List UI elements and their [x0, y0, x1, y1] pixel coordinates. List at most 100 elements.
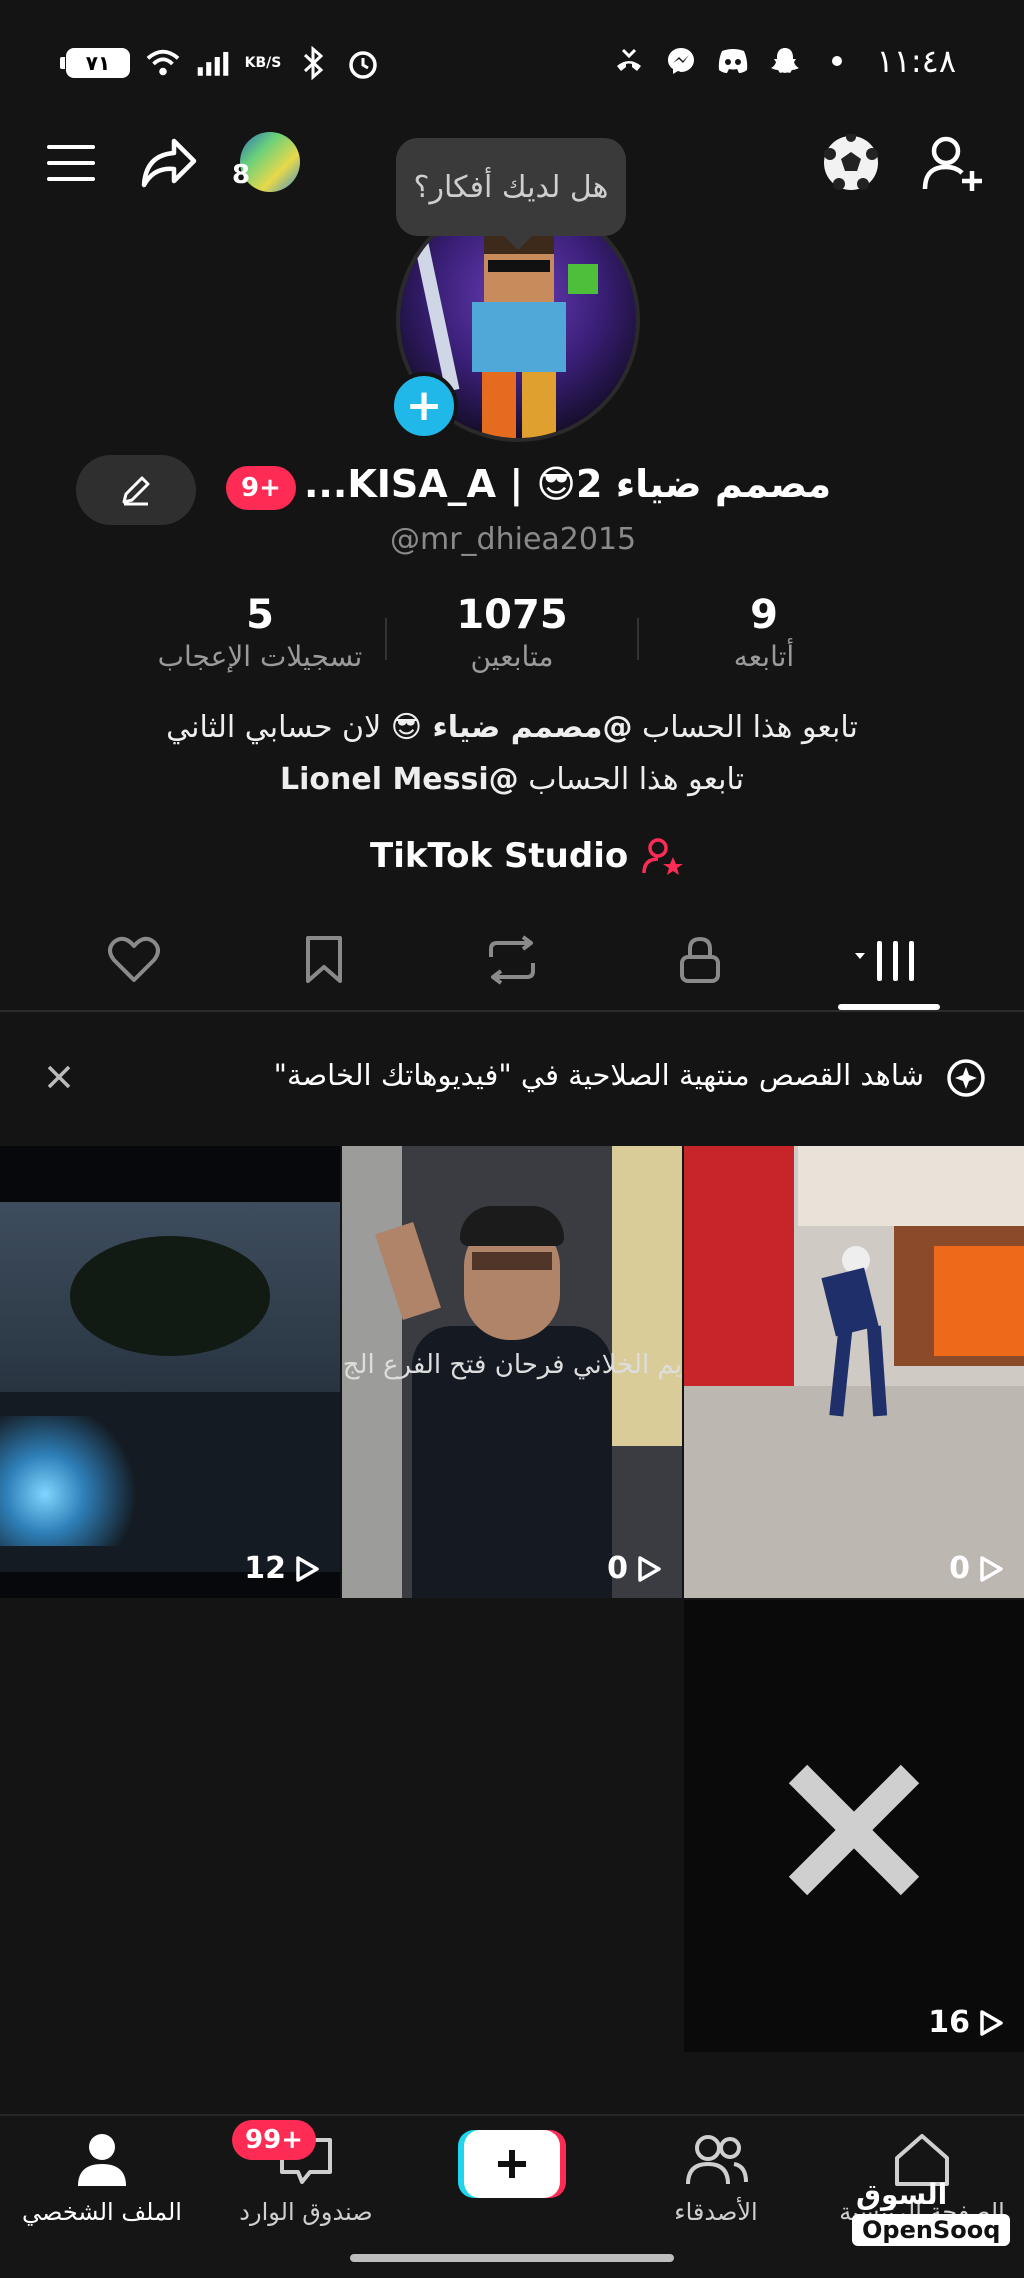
- video-thumbnail[interactable]: 12: [0, 1146, 340, 1598]
- creator-star-icon: [642, 838, 684, 875]
- video-thumbnail[interactable]: يم الخلاني فرحان فتح الفرع الج 0: [342, 1146, 682, 1598]
- repost-icon: [489, 935, 535, 985]
- thumbnail-art: [70, 1236, 270, 1356]
- stat-following[interactable]: 9 أتابعه: [644, 592, 884, 673]
- watermark-logo: OpenSooq: [852, 2214, 1011, 2246]
- nav-label: الأصدقاء: [674, 2198, 758, 2226]
- video-grid-icon: [855, 941, 914, 981]
- play-icon: [296, 1555, 319, 1582]
- alarm-icon: [346, 46, 380, 80]
- add-friend-button[interactable]: [918, 128, 988, 198]
- stat-label: تسجيلات الإعجاب: [157, 640, 363, 673]
- pencil-icon: [122, 476, 150, 506]
- create-button[interactable]: [458, 2128, 566, 2200]
- heart-icon: [108, 936, 160, 982]
- thumbnail-art: [460, 1206, 564, 1246]
- snapchat-icon: [768, 44, 802, 78]
- nav-friends[interactable]: الأصدقاء: [626, 2132, 806, 2226]
- play-icon: [638, 1555, 661, 1582]
- avatar-art: [482, 372, 516, 438]
- notification-badge[interactable]: 9+: [226, 466, 296, 510]
- football-button[interactable]: [816, 128, 886, 198]
- tab-videos[interactable]: [848, 920, 928, 1000]
- battery-icon: ٧١: [60, 48, 130, 78]
- bluetooth-icon: [296, 46, 330, 80]
- story-icon: [946, 1058, 986, 1102]
- studio-label: TikTok Studio: [370, 836, 629, 876]
- wifi-icon: [146, 46, 180, 80]
- close-icon: [47, 1065, 71, 1089]
- gesture-bar[interactable]: [350, 2254, 674, 2262]
- share-arrow-icon: [141, 138, 197, 188]
- avatar-art: [568, 264, 598, 294]
- bookmark-icon: [306, 936, 342, 983]
- profile-icon: [78, 2134, 126, 2186]
- friends-icon: [686, 2135, 748, 2185]
- tab-favorites[interactable]: [284, 920, 364, 1000]
- profile-visitors-count: 8: [232, 160, 251, 190]
- close-notice-button[interactable]: [44, 1062, 74, 1096]
- add-user-icon: [922, 136, 982, 191]
- view-count: 0: [949, 1551, 1004, 1586]
- video-thumbnail[interactable]: 0: [684, 1146, 1024, 1598]
- notice-text: شاهد القصص منتهية الصلاحية في "فيديوهاتك…: [273, 1058, 924, 1092]
- tab-reposts[interactable]: [472, 920, 552, 1000]
- discord-icon: [716, 44, 750, 78]
- video-thumbnail[interactable]: 16: [684, 1600, 1024, 2052]
- stat-divider: [385, 618, 387, 660]
- stat-followers[interactable]: 1075 متابعين: [392, 592, 632, 673]
- avatar-art: [522, 372, 556, 438]
- status-bar: ٧١ KB/S ١١:٤٨: [0, 0, 1024, 130]
- menu-button[interactable]: [36, 128, 106, 198]
- display-name: مصمم ضياء 2😎 | KISA_A...: [304, 462, 832, 506]
- share-profile-button[interactable]: [134, 128, 204, 198]
- tiktok-studio-link[interactable]: TikTok Studio: [370, 836, 684, 876]
- thumbnail-art: [0, 1416, 150, 1546]
- soccer-ball-icon: [824, 134, 878, 190]
- plus-icon: [458, 2130, 566, 2198]
- lock-icon: [680, 936, 720, 983]
- bio-line-2: تابعو هذا الحساب @Lionel Messi: [280, 762, 744, 797]
- username: @mr_dhiea2015: [390, 522, 637, 557]
- video-caption-overlay: يم الخلاني فرحان فتح الفرع الج: [342, 1350, 682, 1380]
- stat-value: 1075: [456, 592, 568, 638]
- x-mark-icon: [788, 1764, 920, 1896]
- messenger-icon: [664, 44, 698, 78]
- bio-line-1: تابعو هذا الحساب @مصمم ضياء 😎 لان حسابي …: [166, 710, 858, 745]
- thumbnail-art: [934, 1246, 1024, 1356]
- avatar-art: [414, 242, 460, 392]
- stat-value: 5: [246, 592, 274, 638]
- bio-mention[interactable]: @مصمم ضياء 😎: [391, 710, 633, 745]
- thumbnail-art: [612, 1146, 682, 1446]
- thumbnail-art: [798, 1146, 1024, 1226]
- hamburger-icon: [47, 145, 95, 181]
- active-tab-indicator: [838, 1004, 940, 1010]
- stat-label: أتابعه: [733, 640, 795, 673]
- expired-stories-notice[interactable]: شاهد القصص منتهية الصلاحية في "فيديوهاتك…: [0, 1012, 1024, 1142]
- dot-icon: [820, 44, 854, 78]
- ideas-tooltip[interactable]: هل لديك أفكار؟: [396, 138, 626, 250]
- profile-tabs: [0, 920, 1024, 1012]
- thumbnail-art: [472, 1252, 552, 1270]
- signal-icon: [196, 46, 230, 80]
- play-icon: [980, 2009, 1003, 2036]
- call-missed-icon: [612, 44, 646, 78]
- avatar-art: [472, 302, 566, 372]
- edit-profile-button[interactable]: [76, 455, 196, 525]
- add-story-button[interactable]: +: [390, 372, 458, 440]
- status-icons-right: [612, 44, 854, 78]
- bio-mention[interactable]: @Lionel Messi: [280, 762, 519, 797]
- status-icons-left: ٧١ KB/S: [60, 46, 380, 80]
- thumbnail-art: [684, 1146, 794, 1386]
- stat-label: متابعين: [470, 640, 554, 673]
- network-speed: KB/S: [244, 55, 282, 71]
- tab-private[interactable]: [660, 920, 740, 1000]
- stat-likes[interactable]: 5 تسجيلات الإعجاب: [140, 592, 380, 673]
- view-count: 0: [607, 1551, 662, 1586]
- view-count: 12: [244, 1551, 320, 1586]
- tab-liked[interactable]: [94, 920, 174, 1000]
- stat-divider: [637, 618, 639, 660]
- nav-profile[interactable]: الملف الشخصي: [12, 2132, 192, 2226]
- inbox-badge: 99+: [232, 2120, 316, 2160]
- stat-value: 9: [750, 592, 778, 638]
